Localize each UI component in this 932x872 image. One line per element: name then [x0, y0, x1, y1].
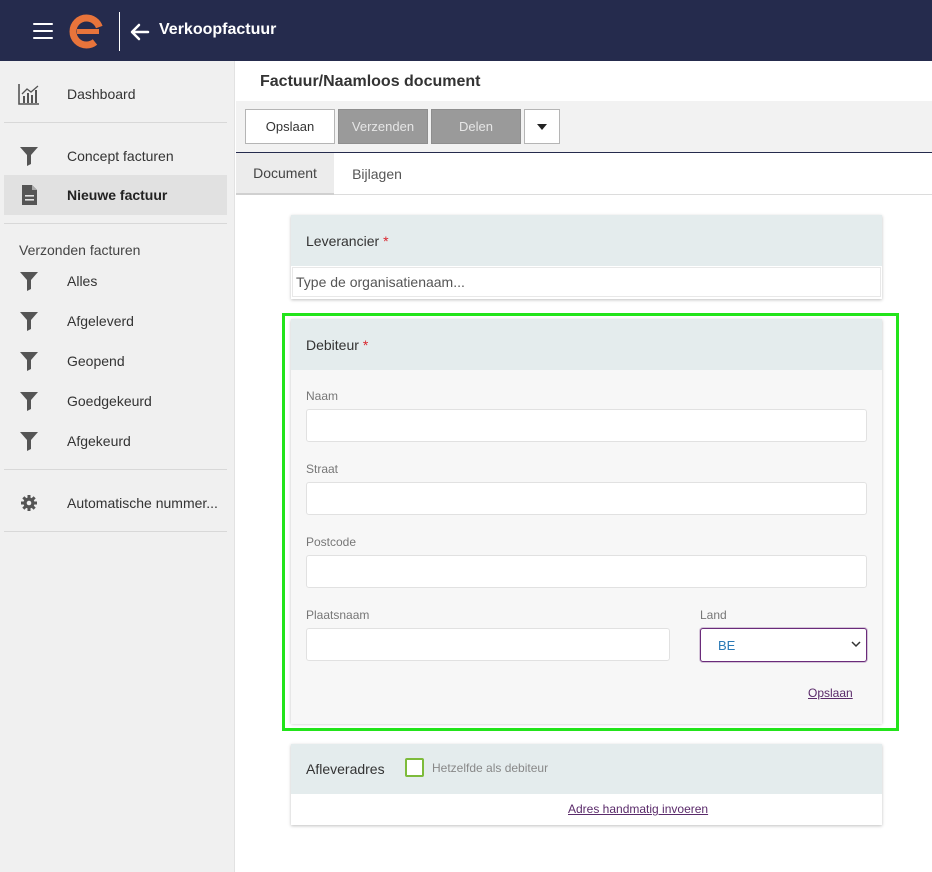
sidebar-item-automatische-nummering[interactable]: Automatische nummer... — [4, 483, 227, 523]
topbar-divider — [119, 12, 120, 51]
more-actions-dropdown[interactable] — [524, 109, 560, 144]
sidebar-item-nieuwe-factuur[interactable]: Nieuwe factuur — [4, 175, 227, 215]
document-icon — [22, 185, 37, 205]
postcode-label: Postcode — [306, 535, 357, 549]
app-logo — [69, 14, 104, 49]
same-as-debtor-label: Hetzelfde als debiteur — [432, 761, 549, 775]
filter-icon — [20, 272, 38, 291]
tab-document[interactable]: Document — [236, 153, 334, 195]
sidebar-item-label: Afgeleverd — [67, 313, 134, 329]
country-select[interactable]: BE — [700, 628, 867, 662]
filter-icon — [20, 432, 38, 451]
sidebar-item-geopend[interactable]: Geopend — [4, 341, 227, 381]
page-title: Verkoopfactuur — [159, 21, 277, 38]
city-label: Plaatsnaam — [306, 608, 370, 622]
street-label: Straat — [306, 462, 339, 476]
filter-icon — [20, 392, 38, 411]
sidebar-item-afgeleverd[interactable]: Afgeleverd — [4, 301, 227, 341]
back-arrow-icon[interactable] — [129, 21, 151, 43]
debtor-form: Naam Straat Postcode Plaatsnaam Land BE … — [291, 370, 882, 724]
sidebar-divider — [4, 223, 227, 224]
toolbar: Opslaan Verzenden Delen — [236, 101, 932, 153]
sidebar-item-afgekeurd[interactable]: Afgekeurd — [4, 421, 227, 461]
debtor-save-link[interactable]: Opslaan — [808, 686, 853, 700]
delivery-card: Afleveradres Hetzelfde als debiteur Adre… — [291, 744, 882, 825]
top-bar: Verkoopfactuur — [0, 0, 932, 61]
tab-bijlagen[interactable]: Bijlagen — [334, 153, 420, 195]
send-button[interactable]: Verzenden — [338, 109, 428, 144]
document-title: Factuur/Naamloos document — [260, 73, 481, 90]
sidebar-divider — [4, 122, 227, 123]
debtor-card: Debiteur * Naam Straat Postcode Plaatsna… — [291, 319, 882, 724]
filter-icon — [20, 147, 38, 166]
delivery-header: Afleveradres — [291, 744, 882, 794]
sidebar-item-label: Alles — [67, 273, 98, 289]
supplier-title: Leverancier — [306, 232, 380, 249]
name-label: Naam — [306, 389, 339, 403]
sidebar-section-heading: Verzonden facturen — [19, 242, 141, 258]
sidebar-divider — [4, 469, 227, 470]
filter-icon — [20, 352, 38, 371]
sidebar-divider — [4, 531, 227, 532]
sidebar-item-label: Automatische nummer... — [67, 495, 218, 511]
save-button[interactable]: Opslaan — [245, 109, 335, 144]
gear-icon — [21, 495, 37, 511]
city-field[interactable] — [306, 628, 670, 661]
country-label: Land — [700, 608, 727, 622]
sidebar-item-label: Geopend — [67, 353, 125, 369]
name-field[interactable] — [306, 409, 867, 442]
sidebar-item-dashboard[interactable]: Dashboard — [4, 74, 227, 114]
sidebar-item-concept-facturen[interactable]: Concept facturen — [4, 136, 227, 176]
required-mark: * — [383, 232, 389, 249]
street-field[interactable] — [306, 482, 867, 515]
chevron-down-icon — [851, 641, 861, 648]
country-select-value: BE — [718, 638, 736, 653]
share-button[interactable]: Delen — [431, 109, 521, 144]
hamburger-menu-icon[interactable] — [33, 23, 53, 39]
postcode-field[interactable] — [306, 555, 867, 588]
filter-icon — [20, 312, 38, 331]
caret-down-icon — [537, 123, 547, 130]
sidebar-item-alles[interactable]: Alles — [4, 261, 227, 301]
manual-address-link[interactable]: Adres handmatig invoeren — [568, 802, 708, 816]
supplier-header: Leverancier * — [291, 215, 882, 266]
same-as-debtor-checkbox[interactable] — [405, 758, 424, 777]
required-mark: * — [362, 336, 369, 353]
sidebar: Dashboard Concept facturen Nieuwe factuu… — [0, 61, 235, 872]
supplier-card: Leverancier * — [291, 215, 882, 299]
sidebar-item-goedgekeurd[interactable]: Goedgekeurd — [4, 381, 227, 421]
debtor-title: Debiteur — [306, 336, 359, 353]
sidebar-item-label: Dashboard — [67, 86, 136, 102]
sidebar-item-label: Afgekeurd — [67, 433, 131, 449]
debtor-header: Debiteur * — [291, 319, 882, 370]
sidebar-item-label: Concept facturen — [67, 148, 174, 164]
sidebar-item-label: Goedgekeurd — [67, 393, 152, 409]
delivery-body: Adres handmatig invoeren — [291, 794, 882, 825]
delivery-title: Afleveradres — [306, 761, 385, 777]
bar-chart-icon — [18, 84, 39, 105]
organisation-search-input[interactable] — [292, 267, 881, 297]
tab-bar: Document Bijlagen — [236, 153, 932, 195]
sidebar-item-label: Nieuwe factuur — [67, 187, 168, 203]
